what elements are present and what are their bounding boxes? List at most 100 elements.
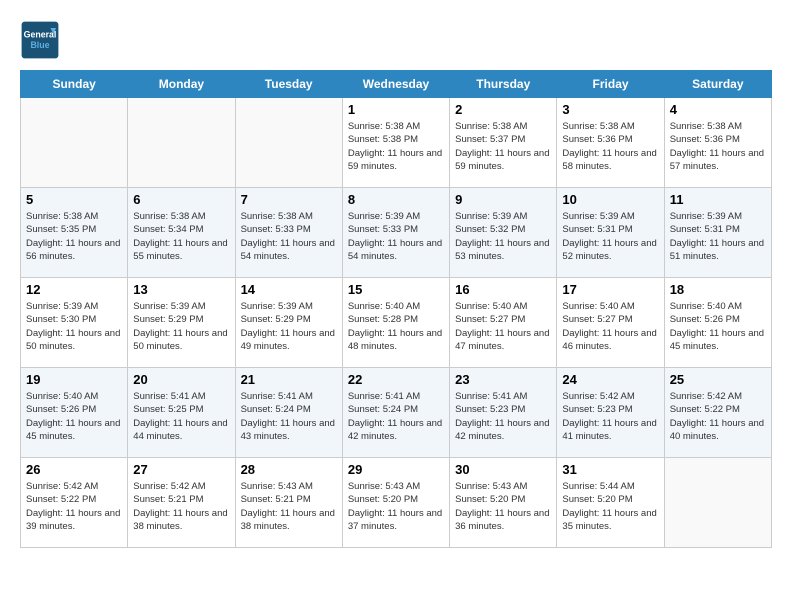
day-info: Sunrise: 5:42 AM Sunset: 5:23 PM Dayligh…	[562, 390, 658, 443]
calendar-cell: 8 Sunrise: 5:39 AM Sunset: 5:33 PM Daylig…	[342, 188, 449, 278]
day-number: 15	[348, 282, 444, 297]
calendar-week-4: 26 Sunrise: 5:42 AM Sunset: 5:22 PM Dayli…	[21, 458, 772, 548]
day-info: Sunrise: 5:42 AM Sunset: 5:21 PM Dayligh…	[133, 480, 229, 533]
day-info: Sunrise: 5:38 AM Sunset: 5:36 PM Dayligh…	[562, 120, 658, 173]
day-number: 27	[133, 462, 229, 477]
day-number: 14	[241, 282, 337, 297]
day-number: 8	[348, 192, 444, 207]
day-number: 18	[670, 282, 766, 297]
weekday-header-monday: Monday	[128, 71, 235, 98]
day-info: Sunrise: 5:39 AM Sunset: 5:29 PM Dayligh…	[241, 300, 337, 353]
day-info: Sunrise: 5:43 AM Sunset: 5:20 PM Dayligh…	[348, 480, 444, 533]
day-number: 16	[455, 282, 551, 297]
day-info: Sunrise: 5:41 AM Sunset: 5:25 PM Dayligh…	[133, 390, 229, 443]
calendar-cell: 12 Sunrise: 5:39 AM Sunset: 5:30 PM Dayli…	[21, 278, 128, 368]
day-info: Sunrise: 5:38 AM Sunset: 5:37 PM Dayligh…	[455, 120, 551, 173]
calendar-week-3: 19 Sunrise: 5:40 AM Sunset: 5:26 PM Dayli…	[21, 368, 772, 458]
calendar-cell: 16 Sunrise: 5:40 AM Sunset: 5:27 PM Dayli…	[450, 278, 557, 368]
day-info: Sunrise: 5:41 AM Sunset: 5:23 PM Dayligh…	[455, 390, 551, 443]
day-info: Sunrise: 5:40 AM Sunset: 5:26 PM Dayligh…	[26, 390, 122, 443]
day-number: 23	[455, 372, 551, 387]
day-number: 11	[670, 192, 766, 207]
day-number: 4	[670, 102, 766, 117]
calendar-cell: 2 Sunrise: 5:38 AM Sunset: 5:37 PM Daylig…	[450, 98, 557, 188]
day-info: Sunrise: 5:39 AM Sunset: 5:33 PM Dayligh…	[348, 210, 444, 263]
calendar-table: SundayMondayTuesdayWednesdayThursdayFrid…	[20, 70, 772, 548]
calendar-cell: 30Sunrise: 5:43 AM Sunset: 5:20 PM Dayli…	[450, 458, 557, 548]
calendar-week-2: 12 Sunrise: 5:39 AM Sunset: 5:30 PM Dayli…	[21, 278, 772, 368]
calendar-cell: 22 Sunrise: 5:41 AM Sunset: 5:24 PM Dayli…	[342, 368, 449, 458]
day-info: Sunrise: 5:38 AM Sunset: 5:38 PM Dayligh…	[348, 120, 444, 173]
day-info: Sunrise: 5:39 AM Sunset: 5:32 PM Dayligh…	[455, 210, 551, 263]
calendar-cell: 3 Sunrise: 5:38 AM Sunset: 5:36 PM Daylig…	[557, 98, 664, 188]
day-number: 12	[26, 282, 122, 297]
day-number: 20	[133, 372, 229, 387]
day-number: 30	[455, 462, 551, 477]
day-number: 26	[26, 462, 122, 477]
day-number: 31	[562, 462, 658, 477]
calendar-cell: 13 Sunrise: 5:39 AM Sunset: 5:29 PM Dayli…	[128, 278, 235, 368]
calendar-cell: 14 Sunrise: 5:39 AM Sunset: 5:29 PM Dayli…	[235, 278, 342, 368]
day-number: 5	[26, 192, 122, 207]
calendar-cell: 20 Sunrise: 5:41 AM Sunset: 5:25 PM Dayli…	[128, 368, 235, 458]
day-info: Sunrise: 5:40 AM Sunset: 5:27 PM Dayligh…	[455, 300, 551, 353]
calendar-cell: 19 Sunrise: 5:40 AM Sunset: 5:26 PM Dayli…	[21, 368, 128, 458]
calendar-cell: 31 Sunrise: 5:44 AM Sunset: 5:20 PM Dayli…	[557, 458, 664, 548]
day-info: Sunrise: 5:41 AM Sunset: 5:24 PM Dayligh…	[241, 390, 337, 443]
calendar-cell: 15 Sunrise: 5:40 AM Sunset: 5:28 PM Dayli…	[342, 278, 449, 368]
day-info: Sunrise: 5:39 AM Sunset: 5:31 PM Dayligh…	[670, 210, 766, 263]
svg-text:Blue: Blue	[30, 40, 49, 50]
day-number: 19	[26, 372, 122, 387]
weekday-header-saturday: Saturday	[664, 71, 771, 98]
day-info: Sunrise: 5:39 AM Sunset: 5:31 PM Dayligh…	[562, 210, 658, 263]
day-number: 24	[562, 372, 658, 387]
logo: General Blue	[20, 20, 64, 60]
calendar-cell: 29Sunrise: 5:43 AM Sunset: 5:20 PM Dayli…	[342, 458, 449, 548]
calendar-week-1: 5Sunrise: 5:38 AM Sunset: 5:35 PM Daylig…	[21, 188, 772, 278]
weekday-header-wednesday: Wednesday	[342, 71, 449, 98]
logo-icon: General Blue	[20, 20, 60, 60]
weekday-header-friday: Friday	[557, 71, 664, 98]
weekday-header-thursday: Thursday	[450, 71, 557, 98]
svg-text:General: General	[24, 30, 57, 40]
weekday-header-sunday: Sunday	[21, 71, 128, 98]
calendar-cell: 24 Sunrise: 5:42 AM Sunset: 5:23 PM Dayli…	[557, 368, 664, 458]
day-number: 28	[241, 462, 337, 477]
day-info: Sunrise: 5:43 AM Sunset: 5:21 PM Dayligh…	[241, 480, 337, 533]
day-info: Sunrise: 5:41 AM Sunset: 5:24 PM Dayligh…	[348, 390, 444, 443]
calendar-cell: 5Sunrise: 5:38 AM Sunset: 5:35 PM Daylig…	[21, 188, 128, 278]
calendar-cell	[128, 98, 235, 188]
page-header: General Blue	[20, 20, 772, 60]
calendar-cell: 18Sunrise: 5:40 AM Sunset: 5:26 PM Dayli…	[664, 278, 771, 368]
calendar-cell: 28 Sunrise: 5:43 AM Sunset: 5:21 PM Dayli…	[235, 458, 342, 548]
day-number: 3	[562, 102, 658, 117]
day-info: Sunrise: 5:39 AM Sunset: 5:29 PM Dayligh…	[133, 300, 229, 353]
calendar-cell: 25Sunrise: 5:42 AM Sunset: 5:22 PM Dayli…	[664, 368, 771, 458]
calendar-cell: 26 Sunrise: 5:42 AM Sunset: 5:22 PM Dayli…	[21, 458, 128, 548]
day-info: Sunrise: 5:42 AM Sunset: 5:22 PM Dayligh…	[26, 480, 122, 533]
calendar-cell: 17 Sunrise: 5:40 AM Sunset: 5:27 PM Dayli…	[557, 278, 664, 368]
calendar-cell: 27 Sunrise: 5:42 AM Sunset: 5:21 PM Dayli…	[128, 458, 235, 548]
calendar-cell: 7Sunrise: 5:38 AM Sunset: 5:33 PM Daylig…	[235, 188, 342, 278]
day-number: 13	[133, 282, 229, 297]
day-number: 2	[455, 102, 551, 117]
day-info: Sunrise: 5:40 AM Sunset: 5:28 PM Dayligh…	[348, 300, 444, 353]
day-info: Sunrise: 5:40 AM Sunset: 5:27 PM Dayligh…	[562, 300, 658, 353]
day-number: 25	[670, 372, 766, 387]
calendar-cell	[21, 98, 128, 188]
calendar-body: 1 Sunrise: 5:38 AM Sunset: 5:38 PM Daylig…	[21, 98, 772, 548]
day-info: Sunrise: 5:44 AM Sunset: 5:20 PM Dayligh…	[562, 480, 658, 533]
day-number: 6	[133, 192, 229, 207]
day-info: Sunrise: 5:38 AM Sunset: 5:34 PM Dayligh…	[133, 210, 229, 263]
calendar-cell: 1 Sunrise: 5:38 AM Sunset: 5:38 PM Daylig…	[342, 98, 449, 188]
calendar-cell: 9Sunrise: 5:39 AM Sunset: 5:32 PM Daylig…	[450, 188, 557, 278]
day-number: 17	[562, 282, 658, 297]
day-number: 10	[562, 192, 658, 207]
day-number: 22	[348, 372, 444, 387]
calendar-cell	[235, 98, 342, 188]
day-number: 21	[241, 372, 337, 387]
day-info: Sunrise: 5:38 AM Sunset: 5:33 PM Dayligh…	[241, 210, 337, 263]
day-number: 1	[348, 102, 444, 117]
day-info: Sunrise: 5:39 AM Sunset: 5:30 PM Dayligh…	[26, 300, 122, 353]
calendar-cell: 23 Sunrise: 5:41 AM Sunset: 5:23 PM Dayli…	[450, 368, 557, 458]
